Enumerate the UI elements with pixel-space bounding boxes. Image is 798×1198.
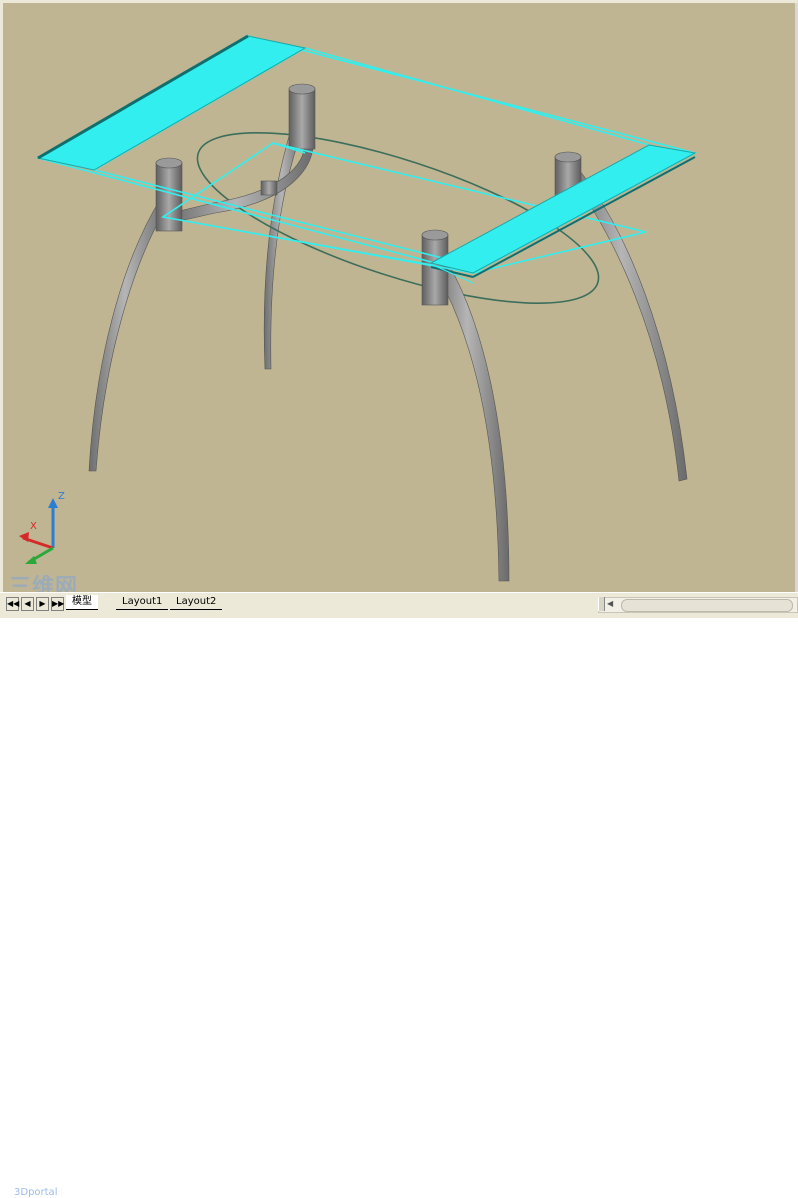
watermark-sub: 3Dportal <box>14 1187 58 1198</box>
leg-back-left <box>263 122 304 370</box>
next-tab-icon[interactable]: ▶ <box>36 597 49 611</box>
tab-model[interactable]: 模型 <box>66 595 98 610</box>
tab-layout1-label: Layout1 <box>122 596 163 607</box>
cad-window: Z X 三维网 ◀◀ ◀ ▶ ▶▶ 模型 Layout1 Layout2 3Dp… <box>0 0 798 1198</box>
glass-top-outline <box>35 35 698 274</box>
tab-layout1[interactable]: Layout1 <box>116 595 169 610</box>
prev-tab-icon[interactable]: ◀ <box>21 597 34 611</box>
first-tab-icon[interactable]: ◀◀ <box>6 597 19 611</box>
watermark-main: 三维网 <box>9 575 79 592</box>
ucs-icon <box>19 498 58 564</box>
tab-layout2[interactable]: Layout2 <box>170 595 223 610</box>
tab-model-label: 模型 <box>72 596 92 607</box>
glass-band-left <box>36 35 307 171</box>
leg-front-right <box>432 264 510 582</box>
scroll-left-icon[interactable]: ◀ <box>607 599 613 608</box>
ucs-z-label: Z <box>58 491 65 502</box>
tab-layout2-label: Layout2 <box>176 596 217 607</box>
model-viewport[interactable]: Z X 三维网 <box>3 3 796 592</box>
last-tab-icon[interactable]: ▶▶ <box>51 597 64 611</box>
layout-tab-bar: ◀◀ ◀ ▶ ▶▶ 模型 Layout1 Layout2 3Dportal ◀ <box>0 592 798 1198</box>
post-small-back <box>260 180 278 196</box>
ucs-x-label: X <box>30 521 37 532</box>
leg-front-left <box>88 197 170 472</box>
horizontal-scrollbar[interactable]: ◀ <box>598 597 798 613</box>
tab-splitter-handle[interactable] <box>598 597 605 611</box>
table-model-render: Z X <box>19 34 698 582</box>
post-back <box>288 83 316 150</box>
horizontal-scroll-thumb[interactable] <box>621 599 793 612</box>
